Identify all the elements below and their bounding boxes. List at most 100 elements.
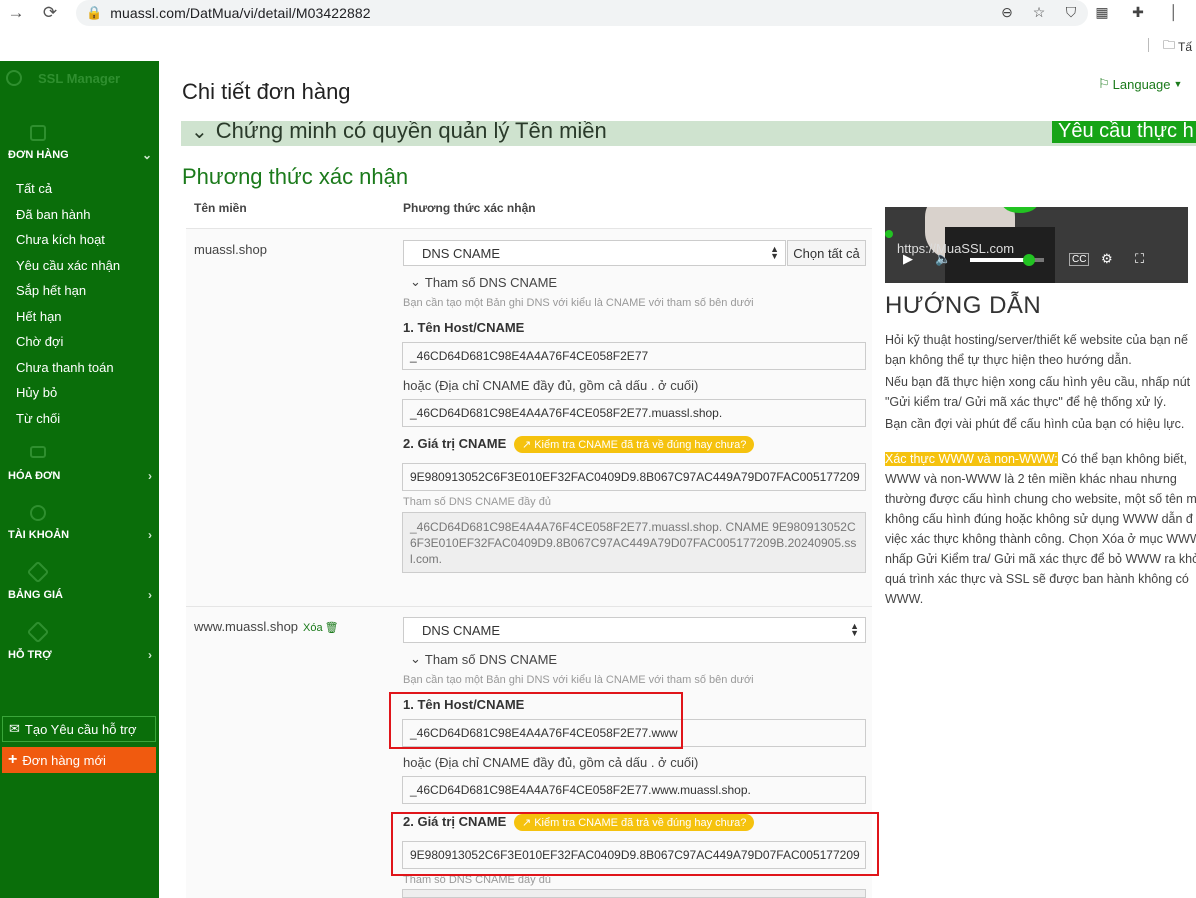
sidebar-item-expired[interactable]: Hết hạn <box>16 304 120 330</box>
guide-title: HƯỚNG DẪN <box>885 292 1042 319</box>
host-cname-field[interactable]: _46CD64D681C98E4A4A76F4CE058F2E77 <box>402 342 866 370</box>
brand[interactable]: SSL Manager <box>6 70 120 86</box>
tutorial-video[interactable]: https://MuaSSL.com ▶ 🔈 CC ⚙ ⛶ <box>885 207 1188 283</box>
delete-label: Xóa <box>303 621 323 634</box>
select-arrows-icon: ▲ ▼ <box>770 244 779 261</box>
fullscreen-icon[interactable]: ⛶ <box>1135 251 1144 267</box>
select-all-button[interactable]: Chọn tất cả <box>787 240 866 266</box>
guide-line: bạn không thể tự thực hiện theo hướng dẫ… <box>885 353 1132 367</box>
sidebar-item-expiring[interactable]: Sắp hết hạn <box>16 278 120 304</box>
row-domain: muassl.shop <box>194 242 267 257</box>
sidebar-item-rejected[interactable]: Từ chối <box>16 406 120 432</box>
full-host-label: hoặc (Địa chỉ CNAME đầy đủ, gồm cả dấu .… <box>403 755 699 770</box>
sidebar-orders-label: ĐƠN HÀNG <box>8 149 69 161</box>
bookmarks-bar: 🗀 Tấ <box>0 28 1196 60</box>
method-select[interactable]: DNS CNAME ▲ ▼ <box>403 240 786 266</box>
validation-request-chip: Yêu cầu thực h <box>1052 121 1196 143</box>
tag-icon <box>26 560 50 584</box>
www-highlight: Xác thực WWW và non-WWW: <box>885 452 1058 466</box>
star-icon[interactable]: ☆ <box>1030 3 1048 21</box>
create-support-request-label: Tạo Yêu cầu hỗ trợ <box>24 721 137 737</box>
back-icon[interactable]: → <box>4 1 28 25</box>
captions-icon[interactable]: CC <box>1069 253 1090 266</box>
guide-line: "Gửi kiểm tra/ Gửi mã xác thực" để hệ th… <box>885 395 1167 409</box>
external-link-icon: ↗ <box>522 439 532 451</box>
reload-icon[interactable]: ⟳ <box>38 1 62 25</box>
extensions-icon[interactable]: ✚ <box>1128 2 1148 22</box>
user-icon <box>30 505 46 521</box>
method-select[interactable]: DNS CNAME ▲ ▼ <box>403 617 866 643</box>
mail-icon: ✉ <box>9 721 20 736</box>
params-toggle[interactable]: ⌄ Tham số DNS CNAME <box>410 274 557 290</box>
shield-icon[interactable]: ⛉ <box>1062 3 1080 21</box>
cname-value-label: 2. Giá trị CNAME <box>403 436 507 451</box>
page-title: Chi tiết đơn hàng <box>182 79 351 104</box>
method-select-value: DNS CNAME <box>422 245 501 261</box>
chevron-down-icon: ⌄ <box>410 651 421 666</box>
sidebar-item-inactive[interactable]: Chưa kích hoạt <box>16 227 120 253</box>
bookmark-label: Tấ <box>1178 39 1193 54</box>
sidebar-support-header[interactable]: HỖ TRỢ › <box>8 648 152 662</box>
sidebar-orders-header[interactable]: ĐƠN HÀNG ⌄ <box>8 148 152 162</box>
sidebar-pricing-label: BẢNG GIÁ <box>8 589 63 601</box>
chevron-right-icon: › <box>148 469 152 483</box>
sidebar-invoice-label: HÓA ĐƠN <box>8 470 61 482</box>
params-toggle-label: Tham số DNS CNAME <box>424 274 558 290</box>
row-domain: www.muassl.shop <box>194 619 299 634</box>
check-cname-button[interactable]: ↗ Kiểm tra CNAME đã trả về đúng hay chưa… <box>514 436 755 453</box>
zoom-icon[interactable]: ⊖ <box>998 3 1016 21</box>
full-params-textarea[interactable] <box>402 889 866 898</box>
full-params-textarea[interactable]: _46CD64D681C98E4A4A76F4CE058F2E77.muassl… <box>402 512 866 573</box>
domain-control-panel-header[interactable]: ⌄ Chứng minh có quyền quản lý Tên miền Y… <box>181 121 1196 146</box>
delete-www-link[interactable]: Xóa 🗑 <box>303 621 339 635</box>
sidebar-pricing-header[interactable]: BẢNG GIÁ › <box>8 588 152 602</box>
full-host-field[interactable]: _46CD64D681C98E4A4A76F4CE058F2E77.www.mu… <box>402 776 866 804</box>
chevron-down-icon: ⌄ <box>410 274 421 289</box>
domain-control-title: Chứng minh có quyền quản lý Tên miền <box>215 121 607 143</box>
address-bar[interactable]: 🔒 muassl.com/DatMua/vi/detail/M03422882 … <box>76 0 1088 26</box>
qr-icon[interactable]: ▦ <box>1092 2 1112 22</box>
bookmark-folder[interactable]: 🗀 Tấ <box>1163 36 1192 57</box>
browser-toolbar: → ⟳ 🔒 muassl.com/DatMua/vi/detail/M03422… <box>0 0 1196 28</box>
guide-paragraph-1: Hỏi kỹ thuật hosting/server/thiết kế web… <box>885 330 1196 370</box>
guide-paragraph-3: Bạn cần đợi vài phút để cấu hình của bạn… <box>885 417 1185 431</box>
guide-line: việc xác thực không thành công. Chọn Xóa… <box>885 532 1196 546</box>
chevron-right-icon: › <box>148 588 152 602</box>
params-toggle[interactable]: ⌄ Tham số DNS CNAME <box>410 651 557 667</box>
full-params-label: Tham số DNS CNAME đầy đủ <box>403 496 551 508</box>
invoice-icon <box>30 446 46 458</box>
volume-icon[interactable]: 🔈 <box>935 251 951 267</box>
settings-icon[interactable]: ⚙ <box>1101 251 1113 267</box>
select-arrows-icon: ▲ ▼ <box>850 621 859 638</box>
sidebar-item-validation[interactable]: Yêu cầu xác nhận <box>16 253 120 279</box>
create-support-request-button[interactable]: ✉ Tạo Yêu cầu hỗ trợ <box>2 716 156 742</box>
guide-line: không cấu hình đúng hoặc không sử dụng W… <box>885 512 1193 526</box>
sidebar-account-header[interactable]: TÀI KHOẢN › <box>8 528 152 542</box>
orders-menu: Tất cả Đã ban hành Chưa kích hoạt Yêu cầ… <box>16 176 120 431</box>
new-order-button[interactable]: + Đơn hàng mới <box>2 747 156 773</box>
host-label: 1. Tên Host/CNAME <box>403 320 525 335</box>
sidebar-item-unpaid[interactable]: Chưa thanh toán <box>16 355 120 381</box>
guide-paragraph-4: Xác thực WWW và non-WWW: Có thể bạn khôn… <box>885 449 1196 609</box>
guide-line: thường được cấu hình chung cho website, … <box>885 492 1196 506</box>
verification-method-title: Phương thức xác nhận <box>182 164 409 189</box>
cname-value-field[interactable]: 9E980913052C6F3E010EF32FAC0409D9.8B067C9… <box>402 463 866 491</box>
guide-line: Hỏi kỹ thuật hosting/server/thiết kế web… <box>885 333 1188 347</box>
full-host-label: hoặc (Địa chỉ CNAME đầy đủ, gồm cả dấu .… <box>403 378 699 393</box>
sidebar-item-issued[interactable]: Đã ban hành <box>16 202 120 228</box>
sidebar-item-all[interactable]: Tất cả <box>16 176 120 202</box>
cart-icon <box>30 125 46 141</box>
sidebar-item-cancelled[interactable]: Hủy bỏ <box>16 380 120 406</box>
method-select-value: DNS CNAME <box>422 622 501 638</box>
guide-line: quá trình xác thực và SSL sẽ được ban hà… <box>885 572 1189 586</box>
full-host-field[interactable]: _46CD64D681C98E4A4A76F4CE058F2E77.muassl… <box>402 399 866 427</box>
language-dropdown[interactable]: ⚐ Language ▼ <box>1098 76 1182 92</box>
divider-icon: │ <box>1169 4 1179 20</box>
sidebar-invoice-header[interactable]: HÓA ĐƠN › <box>8 469 152 483</box>
language-label: Language <box>1112 76 1171 92</box>
play-icon[interactable]: ▶ <box>903 251 913 267</box>
bookmark-separator <box>1148 38 1149 52</box>
flag-icon: ⚐ <box>1098 76 1110 91</box>
sidebar-item-waiting[interactable]: Chờ đợi <box>16 329 120 355</box>
guide-line: WWW và non-WWW là 2 tên miền khác nhau n… <box>885 472 1177 486</box>
